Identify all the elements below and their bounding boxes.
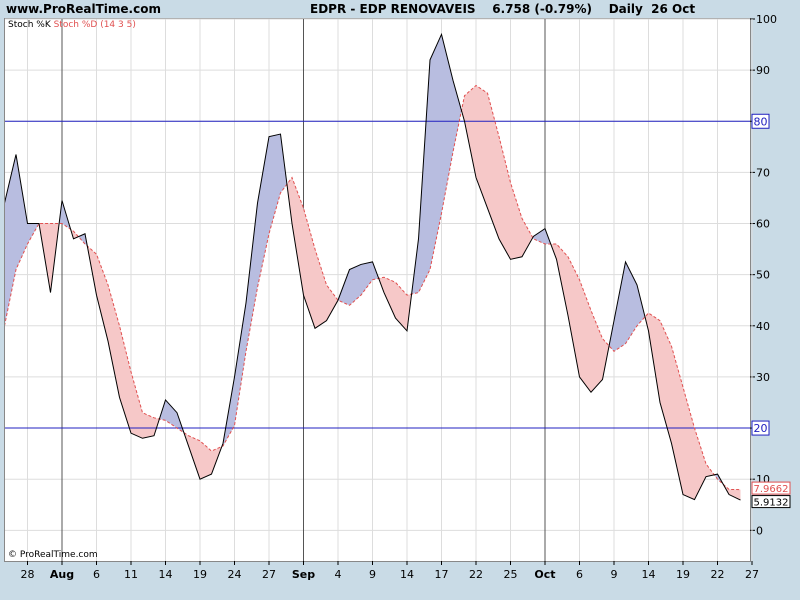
x-tick-label: 11 (124, 568, 138, 581)
fill-segment (683, 387, 695, 500)
y-tick-label: 100 (756, 13, 777, 26)
fill-segment (729, 489, 741, 501)
y-tick-label: 50 (756, 269, 770, 282)
y-tick-label: 70 (756, 166, 770, 179)
fill-segment (476, 85, 488, 209)
y-tick-label: 40 (756, 320, 770, 333)
x-tick-label: 14 (642, 568, 656, 581)
fill-segment (522, 218, 533, 257)
legend: Stoch %K Stoch %D (14 3 5) (8, 20, 136, 30)
x-tick-label: Sep (292, 568, 315, 581)
legend-d-label: Stoch %D (14 3 5) (53, 20, 136, 30)
y-tick-label: 60 (756, 218, 770, 231)
level-label: 20 (754, 422, 768, 435)
x-tick-label: 22 (711, 568, 725, 581)
fill-segment (349, 264, 361, 306)
fill-segment (579, 279, 591, 393)
x-tick-label: 9 (369, 568, 376, 581)
x-tick-label: 19 (676, 568, 690, 581)
y-tick-label: 90 (756, 64, 770, 77)
fill-segment (660, 320, 672, 444)
x-tick-label: 28 (21, 568, 35, 581)
fill-segment (108, 284, 120, 398)
x-tick-label: 14 (400, 568, 414, 581)
fill-segment (510, 182, 522, 260)
fill-segment (246, 203, 258, 352)
y-tick-label: 0 (756, 524, 763, 537)
fill-segment (614, 261, 626, 352)
x-tick-label: 9 (611, 568, 618, 581)
fill-segment (257, 136, 269, 288)
y-tick-label: 30 (756, 371, 770, 384)
fill-segment (430, 34, 442, 270)
last-d-value: 7.9662 (754, 484, 789, 495)
fill-segment (591, 310, 603, 393)
fill-segment (384, 277, 396, 319)
fill-segment (188, 435, 200, 480)
stochastic-chart: 010203040506070809010028Aug61114192427Se… (5, 13, 791, 581)
last-k-value: 5.9132 (754, 498, 789, 509)
x-tick-label: 24 (228, 568, 242, 581)
fill-segment (315, 249, 327, 329)
x-tick-label: 22 (469, 568, 483, 581)
fill-segment (119, 325, 131, 434)
x-tick-label: 27 (262, 568, 276, 581)
fill-segment (165, 399, 177, 429)
fill-segment (96, 254, 108, 342)
x-tick-label: 17 (435, 568, 449, 581)
copyright: © ProRealTime.com (8, 550, 98, 560)
x-tick-label: 4 (335, 568, 342, 581)
fill-segment (499, 136, 511, 260)
legend-k-label: Stoch %K (8, 20, 51, 30)
fill-segment (671, 346, 683, 495)
x-tick-label: 19 (193, 568, 207, 581)
fill-segment (269, 134, 281, 234)
x-tick-label: Aug (50, 568, 74, 581)
x-tick-label: 6 (576, 568, 583, 581)
fill-segment (361, 261, 373, 296)
fill-segment (441, 34, 453, 214)
fill-segment (418, 59, 430, 293)
fill-segment (487, 93, 499, 239)
fill-segment (395, 282, 407, 331)
level-label: 80 (754, 115, 768, 128)
x-tick-label: 25 (504, 568, 518, 581)
fill-segment (142, 412, 154, 439)
x-tick-label: 14 (159, 568, 173, 581)
x-tick-label: Oct (534, 568, 555, 581)
x-tick-label: 27 (745, 568, 759, 581)
x-tick-label: 6 (93, 568, 100, 581)
